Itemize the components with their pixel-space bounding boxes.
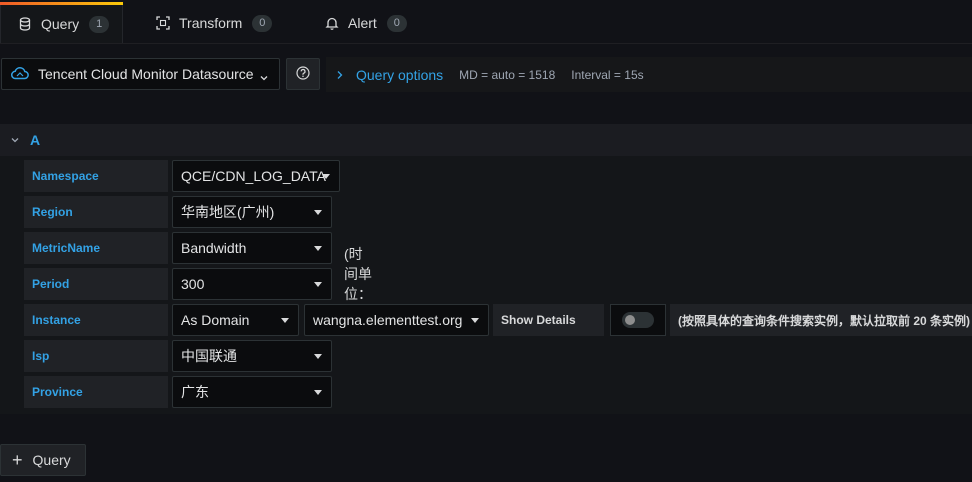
query-row-name: A [30,132,41,148]
add-query-button[interactable]: + Query [0,444,86,476]
query-options-interval: Interval = 15s [571,67,644,82]
caret-down-icon [314,390,322,395]
help-button[interactable] [286,58,320,90]
tab-transform-label: Transform [179,15,243,31]
namespace-value: QCE/CDN_LOG_DATA [181,168,326,184]
query-options-toggle[interactable]: Query options MD = auto = 1518 Interval … [326,57,972,92]
tab-alert[interactable]: Alert 0 [325,3,407,43]
tab-alert-count: 0 [386,14,407,32]
caret-down-icon [314,282,322,287]
namespace-select[interactable]: QCE/CDN_LOG_DATA [172,160,340,192]
cloud-icon [11,66,29,83]
tab-transform[interactable]: Transform 0 [156,3,273,43]
period-value: 300 [181,276,205,292]
add-query-label: Query [32,452,71,468]
database-icon [18,17,32,31]
region-label: Region [24,196,168,228]
editor-tabs: Query 1 Transform 0 Alert 0 [0,0,972,44]
instance-label: Instance [24,304,168,336]
show-details-switch[interactable] [610,304,666,336]
region-value: 华南地区(广州) [181,204,275,220]
caret-down-icon [281,318,289,323]
metric-select[interactable]: Bandwidth [172,232,332,264]
isp-select[interactable]: 中国联通 [172,340,332,372]
tab-alert-label: Alert [348,15,377,31]
metric-value: Bandwidth [181,240,247,256]
query-row-header[interactable]: A [0,124,972,156]
instance-mode-select[interactable]: As Domain [172,304,299,336]
namespace-label: Namespace [24,160,168,192]
isp-value: 中国联通 [181,348,237,364]
tab-query-label: Query [41,16,80,32]
metric-label: MetricName [24,232,168,264]
query-toolbar: Tencent Cloud Monitor Datasource Query o… [0,57,972,93]
period-unit-note: (时间单位：秒) [344,246,372,322]
chevron-right-icon [336,67,344,83]
province-value: 广东 [181,384,209,400]
chevron-down-icon [259,70,269,86]
province-label: Province [24,376,168,408]
tab-transform-count: 0 [252,14,273,32]
datasource-name: Tencent Cloud Monitor Datasource [38,66,254,82]
tab-query[interactable]: Query 1 [0,2,123,43]
caret-down-icon [314,210,322,215]
isp-label: Isp [24,340,168,372]
bell-icon [325,16,339,30]
period-label: Period [24,268,168,300]
chevron-down-icon [10,132,20,148]
region-select[interactable]: 华南地区(广州) [172,196,332,228]
transform-icon [156,16,170,30]
caret-down-icon [471,318,479,323]
query-options-md: MD = auto = 1518 [459,67,556,82]
instance-value: wangna.elementtest.org [313,312,463,328]
instance-search-note: (按照具体的查询条件搜索实例，默认拉取前 20 条实例) [670,304,972,336]
instance-mode-value: As Domain [181,312,250,328]
query-options-title: Query options [356,66,444,83]
instance-select[interactable]: wangna.elementtest.org [304,304,489,336]
caret-down-icon [314,354,322,359]
caret-down-icon [314,246,322,251]
show-details-label: Show Details [493,304,604,336]
plus-icon: + [12,450,23,470]
datasource-picker[interactable]: Tencent Cloud Monitor Datasource [1,58,280,90]
tab-query-count: 1 [89,15,110,33]
question-circle-icon [296,65,310,83]
caret-down-icon [322,174,330,179]
province-select[interactable]: 广东 [172,376,332,408]
query-editor: Namespace QCE/CDN_LOG_DATA Region 华南地区(广… [0,156,972,414]
toggle-switch [622,312,654,328]
period-select[interactable]: 300 [172,268,332,300]
